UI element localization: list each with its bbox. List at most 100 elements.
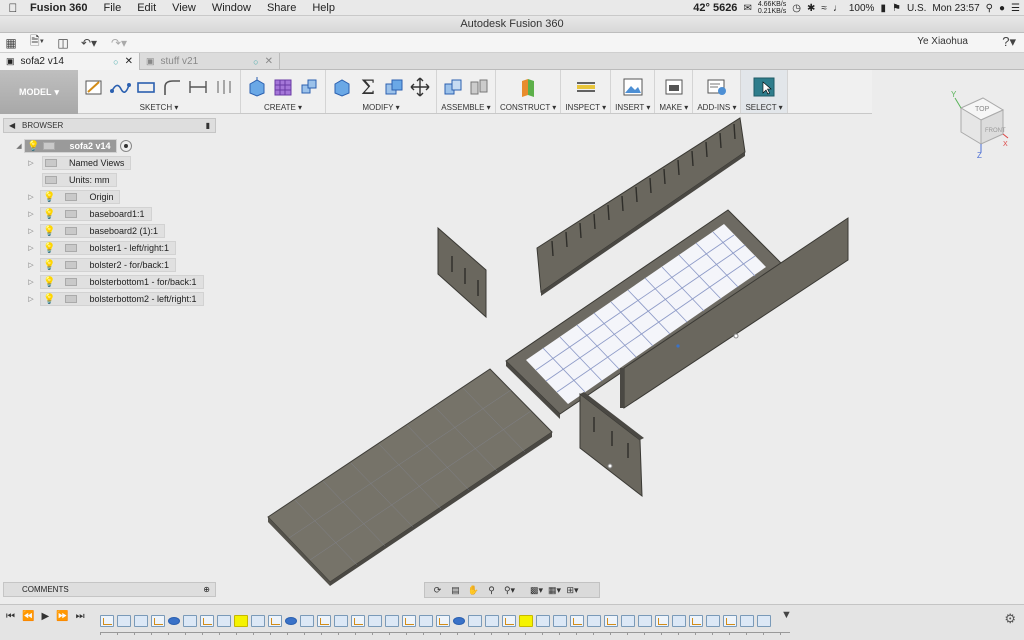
timeline-extrude-feature[interactable] bbox=[553, 615, 567, 627]
collapse-triangle-icon[interactable]: ◀ bbox=[9, 119, 15, 132]
clock[interactable]: Mon 23:57 bbox=[932, 3, 979, 14]
timeline-joint-feature[interactable] bbox=[168, 617, 180, 625]
timeline-extrude-feature[interactable] bbox=[117, 615, 131, 627]
viewcube[interactable]: TOP FRONT Y Z X bbox=[945, 88, 1011, 160]
browser-item-baseboard1[interactable]: ▷ 💡 baseboard1:1 bbox=[26, 207, 152, 221]
timeline-extrude-feature[interactable] bbox=[706, 615, 720, 627]
insert-image-icon[interactable] bbox=[621, 76, 645, 98]
go-to-start-icon[interactable]: ⏮ bbox=[6, 611, 15, 622]
measure-icon[interactable] bbox=[574, 76, 598, 98]
file-menu-icon[interactable]: 🗎▾ bbox=[22, 34, 52, 52]
mirror-icon[interactable] bbox=[212, 76, 236, 98]
volume-icon[interactable]: ♩ bbox=[833, 3, 843, 14]
help-icon[interactable]: ?▾ bbox=[1002, 34, 1016, 50]
group-label[interactable]: CONSTRUCT ▾ bbox=[500, 103, 556, 112]
timeline-extrude-feature[interactable] bbox=[621, 615, 635, 627]
browser-item-baseboard2[interactable]: ▷ 💡 baseboard2 (1):1 bbox=[26, 224, 165, 238]
select-arrow-icon[interactable] bbox=[752, 76, 776, 98]
timeline-extrude-feature[interactable] bbox=[485, 615, 499, 627]
zoom-icon[interactable]: ⚲ bbox=[483, 585, 500, 596]
notification-center-icon[interactable]: ☰ bbox=[1011, 3, 1020, 14]
expand-triangle-icon[interactable]: ▷ bbox=[26, 193, 36, 201]
timer-icon[interactable]: ◷ bbox=[792, 3, 801, 14]
timeline-marker[interactable]: ▼ bbox=[781, 609, 792, 621]
timeline-sketch-feature[interactable] bbox=[100, 615, 114, 627]
viewports-icon[interactable]: ⊞▾ bbox=[564, 585, 581, 596]
fillet-icon[interactable] bbox=[160, 76, 184, 98]
timeline-sketch-feature[interactable] bbox=[268, 615, 282, 627]
timeline-extrude-feature[interactable] bbox=[217, 615, 231, 627]
pattern-icon[interactable] bbox=[297, 76, 321, 98]
play-icon[interactable]: ▶ bbox=[41, 611, 49, 622]
data-panel-grid-icon[interactable]: ▦ bbox=[0, 34, 22, 52]
expand-triangle-icon[interactable]: ▷ bbox=[26, 261, 36, 269]
timeline-sketch-feature[interactable] bbox=[151, 615, 165, 627]
browser-item-units[interactable]: Units: mm bbox=[26, 173, 117, 187]
apple-icon[interactable]:  bbox=[0, 1, 26, 15]
timeline-sketch-feature[interactable] bbox=[502, 615, 516, 627]
timeline-extrude-feature[interactable] bbox=[638, 615, 652, 627]
browser-item-bolsterbottom2[interactable]: ▷ 💡 bolsterbottom2 - left/right:1 bbox=[26, 292, 204, 306]
3d-print-icon[interactable] bbox=[662, 76, 686, 98]
visibility-bulb-icon[interactable]: 💡 bbox=[43, 277, 55, 288]
menu-app-name[interactable]: Fusion 360 bbox=[26, 2, 95, 14]
add-comment-icon[interactable]: ⊕ bbox=[203, 583, 210, 596]
grid-settings-icon[interactable]: ▦▾ bbox=[546, 585, 563, 596]
sigma-icon[interactable]: Σ bbox=[356, 75, 380, 99]
step-back-icon[interactable]: ⏪ bbox=[22, 611, 34, 622]
bluetooth-icon[interactable]: ✱ bbox=[807, 3, 815, 14]
group-label[interactable]: MODIFY ▾ bbox=[362, 103, 399, 112]
visibility-bulb-icon[interactable]: 💡 bbox=[43, 243, 55, 254]
look-at-icon[interactable]: ▤ bbox=[447, 585, 464, 596]
combine-icon[interactable] bbox=[382, 76, 406, 98]
timeline-extrude-feature[interactable] bbox=[183, 615, 197, 627]
browser-item-origin[interactable]: ▷ 💡 Origin bbox=[26, 190, 121, 204]
menu-edit[interactable]: Edit bbox=[129, 2, 164, 14]
timeline-sketch-feature[interactable] bbox=[723, 615, 737, 627]
press-pull-icon[interactable] bbox=[330, 76, 354, 98]
timeline-extrude-feature[interactable] bbox=[672, 615, 686, 627]
browser-item-bolsterbottom1[interactable]: ▷ 💡 bolsterbottom1 - for/back:1 bbox=[26, 275, 204, 289]
group-label[interactable]: SKETCH ▾ bbox=[140, 103, 179, 112]
user-avatar-icon[interactable]: ● bbox=[999, 3, 1005, 14]
flag-icon[interactable]: ⚑ bbox=[892, 3, 901, 14]
timeline-extrude-feature[interactable] bbox=[419, 615, 433, 627]
group-label[interactable]: CREATE ▾ bbox=[264, 103, 302, 112]
timeline-sketch-feature[interactable] bbox=[351, 615, 365, 627]
timeline-joint-feature[interactable] bbox=[453, 617, 465, 625]
expand-triangle-icon[interactable]: ▷ bbox=[26, 159, 36, 167]
timeline-extrude-feature[interactable] bbox=[385, 615, 399, 627]
timeline-sketch-feature[interactable] bbox=[570, 615, 584, 627]
expand-triangle-icon[interactable]: ▷ bbox=[26, 244, 36, 252]
timeline-sketch-feature[interactable] bbox=[200, 615, 214, 627]
joint-icon[interactable] bbox=[467, 76, 491, 98]
timeline-sketch-feature[interactable] bbox=[604, 615, 618, 627]
form-icon[interactable] bbox=[271, 76, 295, 98]
battery-percent[interactable]: 100% bbox=[849, 3, 875, 14]
activate-radio[interactable] bbox=[120, 140, 133, 152]
timeline-extrude-feature[interactable] bbox=[536, 615, 550, 627]
user-account-menu[interactable]: Ye Xiaohua bbox=[917, 36, 968, 47]
wifi-icon[interactable]: ≈ bbox=[821, 3, 827, 14]
create-sketch-icon[interactable] bbox=[82, 76, 106, 98]
browser-root-node[interactable]: ◢ 💡 sofa2 v14 bbox=[14, 139, 133, 153]
browser-item-bolster2[interactable]: ▷ 💡 bolster2 - for/back:1 bbox=[26, 258, 176, 272]
undo-icon[interactable]: ↶▾ bbox=[74, 34, 104, 52]
expand-triangle-icon[interactable]: ▷ bbox=[26, 227, 36, 235]
expand-triangle-icon[interactable]: ▷ bbox=[26, 278, 36, 286]
bell-icon[interactable]: ✉ bbox=[743, 3, 751, 14]
save-icon[interactable]: ◫ bbox=[52, 34, 74, 52]
timeline-sketch-feature[interactable] bbox=[655, 615, 669, 627]
timeline-extrude-feature[interactable] bbox=[757, 615, 771, 627]
workspace-switcher[interactable]: MODEL ▾ bbox=[0, 70, 78, 114]
group-label[interactable]: INSPECT ▾ bbox=[565, 103, 606, 112]
timeline-sketch-feature[interactable] bbox=[689, 615, 703, 627]
timeline-sketch-feature[interactable] bbox=[402, 615, 416, 627]
3d-viewport[interactable] bbox=[0, 114, 1024, 602]
orbit-icon[interactable]: ⟳ bbox=[429, 585, 446, 596]
bolster-right-panel[interactable] bbox=[579, 392, 644, 498]
spotlight-icon[interactable]: ⚲ bbox=[986, 3, 993, 14]
browser-item-bolster1[interactable]: ▷ 💡 bolster1 - left/right:1 bbox=[26, 241, 176, 255]
visibility-bulb-icon[interactable]: 💡 bbox=[27, 141, 39, 152]
line-icon[interactable] bbox=[108, 76, 132, 98]
